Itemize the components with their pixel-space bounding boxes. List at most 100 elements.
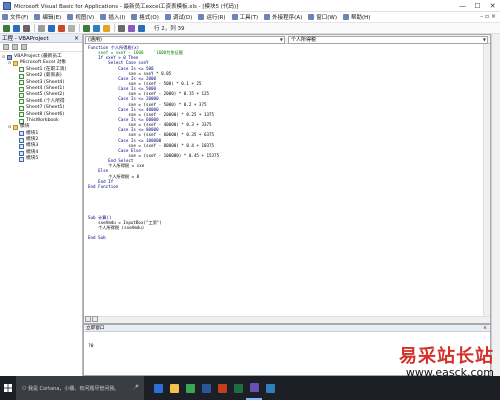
taskbar-app-button[interactable] [166, 376, 182, 400]
menu-item-label: 窗口(W) [316, 15, 337, 21]
procedure-view-button[interactable] [85, 316, 91, 322]
taskbar-app-button[interactable] [214, 376, 230, 400]
immediate-window-close-button[interactable]: × [483, 325, 487, 332]
toolbar-button-icon[interactable] [118, 24, 125, 32]
tree-node[interactable]: 模块5 [0, 156, 82, 162]
project-explorer-close-button[interactable]: × [74, 35, 79, 42]
tree-node-label: ThisWorkbook [26, 117, 59, 123]
toolbar-separator [114, 24, 115, 32]
app-icon [153, 383, 163, 393]
taskbar-app-button[interactable] [230, 376, 246, 400]
app-icon [233, 383, 243, 393]
vba-editor-window: Microsoft Visual Basic for Applications … [0, 0, 500, 376]
mod-icon [19, 144, 24, 150]
view-code-icon[interactable] [3, 44, 9, 50]
edit-menu-icon [34, 14, 41, 20]
toolbar-button-icon[interactable] [128, 24, 135, 32]
toggle-folders-icon[interactable] [21, 44, 27, 50]
tree-node-label: 模块5 [26, 156, 39, 162]
code-vertical-scrollbar[interactable] [483, 44, 490, 316]
cortana-search-box[interactable]: ○ 我是 Cortana，小娜。有问题尽管问我。 🎤 [16, 376, 144, 400]
toolbar-button-icon[interactable] [38, 24, 45, 32]
app-icon [169, 383, 179, 393]
view-menu-icon [67, 14, 74, 20]
view-object-icon[interactable] [12, 44, 18, 50]
window-menu-icon [308, 14, 315, 20]
menu-item-label: 文件(F) [10, 15, 29, 21]
procedure-dropdown-value: 个人所得税 [291, 37, 317, 43]
menu-item-6[interactable]: 运行(R) [198, 13, 226, 21]
toolbar-button-icon[interactable] [93, 24, 100, 32]
project-explorer-toolbar [0, 43, 82, 52]
procedure-dropdown[interactable]: 个人所得税 ▼ [288, 35, 488, 44]
toolbar-button-icon[interactable] [58, 24, 65, 32]
menu-bar: 文件(F) 编辑(E) 视图(V) 插入(I) 格式(O) 调试(D) 运行(R) 工具(T)… [0, 12, 500, 23]
menu-item-10[interactable]: 帮助(H) [342, 13, 370, 21]
toolbar-button-icon[interactable] [68, 24, 75, 32]
cursor-position: 行 2，列 39 [154, 26, 185, 32]
toolbar-button-icon[interactable] [103, 24, 110, 32]
menu-item-4[interactable]: 格式(O) [131, 13, 159, 21]
menu-item-8[interactable]: 外接程序(A) [264, 13, 302, 21]
menu-item-label: 插入(I) [108, 15, 126, 21]
immediate-window-input[interactable]: ?0 [84, 332, 490, 349]
taskbar-app-button[interactable] [150, 376, 166, 400]
sheet-icon [19, 93, 24, 99]
format-menu-icon [131, 14, 138, 20]
toolbar-button-icon[interactable] [3, 24, 10, 32]
microphone-icon[interactable]: 🎤 [133, 385, 139, 391]
menu-item-5[interactable]: 调试(D) [164, 13, 192, 21]
taskbar-apps [150, 376, 278, 400]
toolbar-separator [34, 24, 35, 32]
taskbar-app-button[interactable] [182, 376, 198, 400]
search-placeholder: 我是 Cortana，小娜。有问题尽管问我。 [27, 385, 120, 392]
menu-item-7[interactable]: 工具(T) [231, 13, 258, 21]
debug-menu-icon [164, 14, 171, 20]
mod-icon [19, 156, 24, 162]
code-editor[interactable]: Function 个人所得税(x) sxeY = sxeY - 1600 '16… [88, 45, 219, 240]
maximize-button[interactable]: ☐ [470, 0, 485, 12]
immediate-window: 立即窗口 × ?0 [83, 324, 491, 376]
folder-icon [13, 124, 18, 130]
toolbar-button-icon[interactable] [48, 24, 55, 32]
taskbar-app-button[interactable] [262, 376, 278, 400]
workspace-scrollbar[interactable] [491, 34, 500, 376]
toolbar-button-icon[interactable] [83, 24, 90, 32]
chevron-down-icon: ▼ [279, 36, 283, 42]
vba-app-icon [3, 1, 11, 10]
full-module-view-button[interactable] [92, 316, 98, 322]
close-button[interactable]: ✕ [485, 0, 500, 12]
mod-icon [19, 131, 24, 137]
app-icon [185, 383, 195, 393]
tools-menu-icon [231, 14, 238, 20]
app-icon [249, 382, 259, 392]
menu-item-3[interactable]: 插入(I) [100, 13, 125, 21]
toolbar-button-icon[interactable] [23, 24, 30, 32]
menu-item-label: 编辑(E) [42, 15, 62, 21]
object-dropdown[interactable]: (通用) ▼ [85, 35, 285, 44]
menu-item-2[interactable]: 视图(V) [67, 13, 94, 21]
menu-item-0[interactable]: 文件(F) [2, 13, 28, 21]
menu-item-9[interactable]: 窗口(W) [308, 13, 337, 21]
toolbar-button-icon[interactable] [138, 24, 145, 32]
code-line: sxe = (sxeY - 5000) * 0.2 + 375 [88, 101, 207, 107]
project-explorer-header: 工程 - VBAProject × [0, 34, 82, 43]
menu-item-label: 视图(V) [75, 15, 95, 21]
folder-icon [13, 61, 18, 67]
minimize-button[interactable]: — [455, 0, 470, 12]
mod-icon [19, 137, 24, 143]
mod-icon [19, 150, 24, 156]
toolbar-button-icon[interactable] [13, 24, 20, 32]
sheet-icon [19, 80, 24, 86]
start-button[interactable] [0, 376, 16, 400]
taskbar-app-button[interactable] [198, 376, 214, 400]
taskbar-app-button[interactable] [246, 376, 262, 400]
object-dropdown-value: (通用) [88, 37, 102, 43]
menu-item-label: 外接程序(A) [272, 15, 303, 21]
code-horizontal-scrollbar[interactable] [84, 316, 490, 323]
app-icon [201, 383, 211, 393]
sheet-icon [19, 112, 24, 118]
child-window-controls[interactable]: – ▫ × [480, 13, 496, 20]
windows-taskbar: ○ 我是 Cortana，小娜。有问题尽管问我。 🎤 [0, 376, 500, 400]
menu-item-1[interactable]: 编辑(E) [34, 13, 61, 21]
